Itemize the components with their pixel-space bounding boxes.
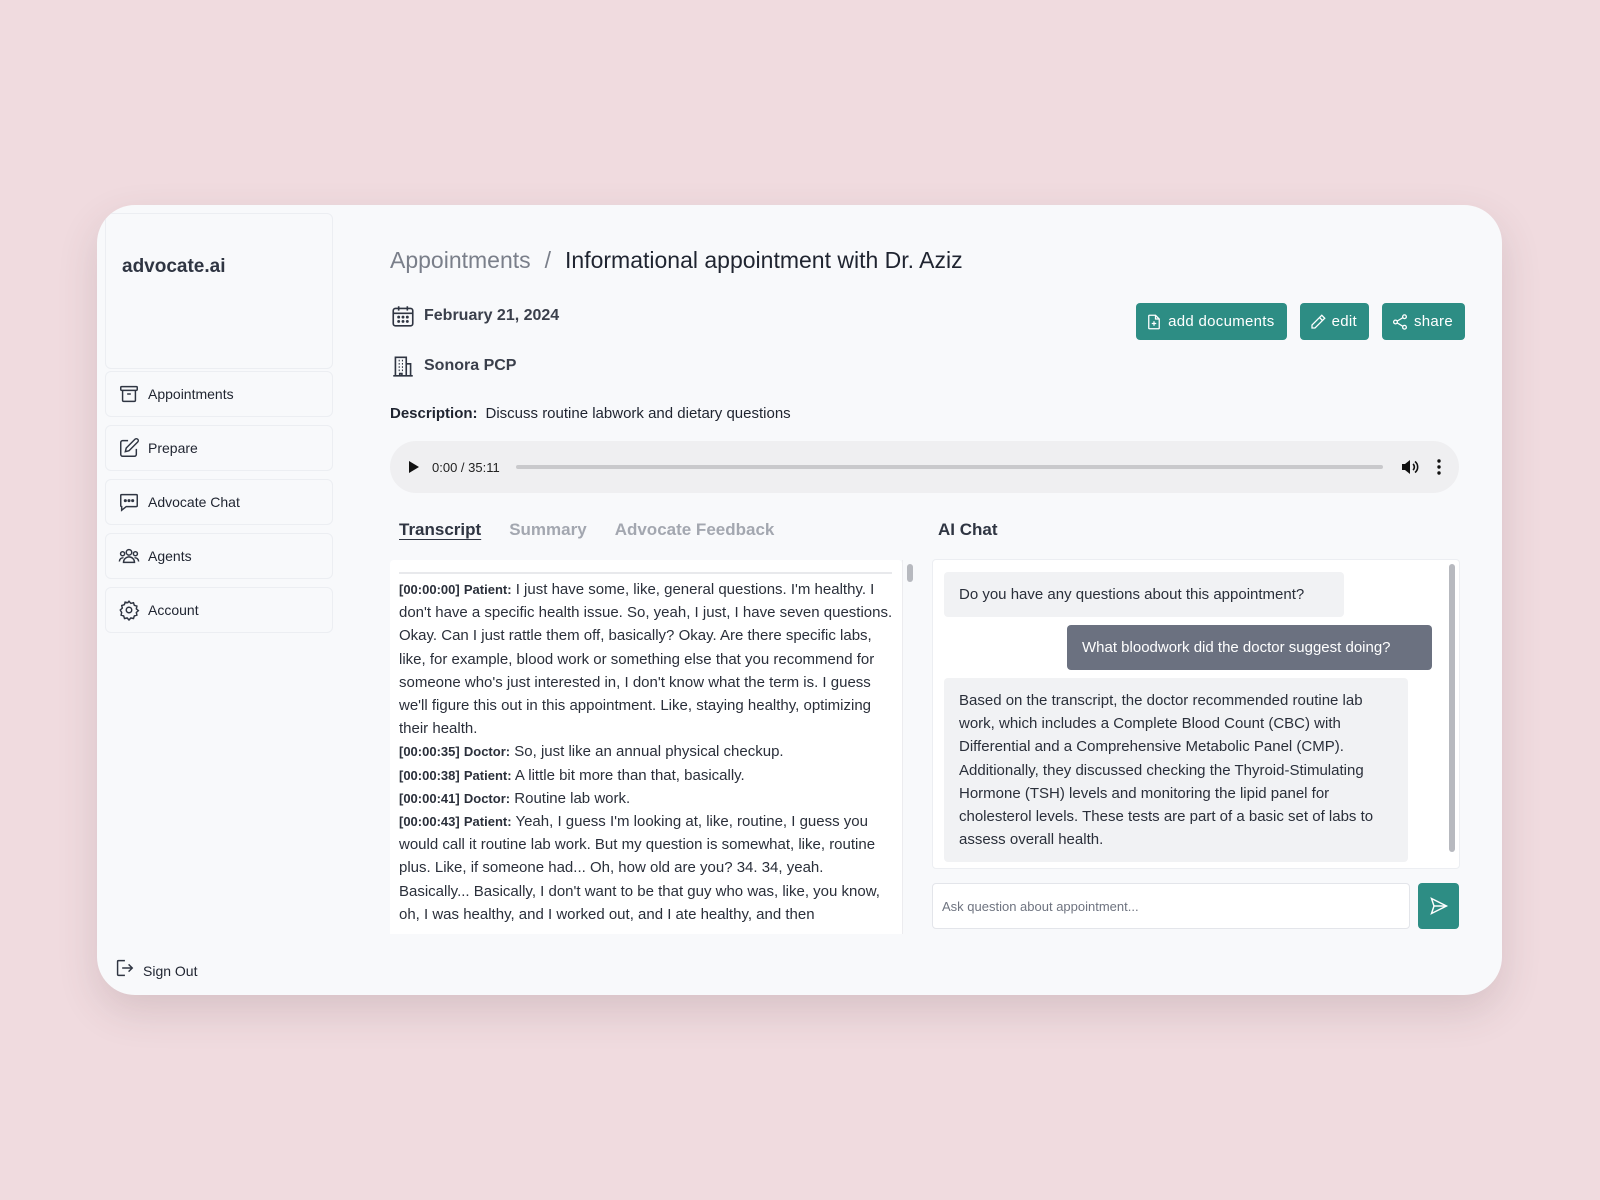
sidebar-item-label: Appointments: [148, 386, 234, 402]
breadcrumb: Appointments / Informational appointment…: [390, 247, 963, 274]
sign-out-button[interactable]: Sign Out: [113, 957, 197, 984]
users-icon: [118, 545, 140, 567]
transcript-entry: [00:00:35] Doctor: So, just like an annu…: [399, 740, 894, 763]
edit-button[interactable]: edit: [1299, 303, 1369, 340]
timestamp: [00:00:38]: [399, 767, 460, 783]
sidebar-item-appointments[interactable]: Appointments: [105, 371, 333, 417]
transcript-text: [00:00:00] Patient: I just have some, li…: [399, 578, 894, 926]
page-title: Informational appointment with Dr. Aziz: [565, 247, 963, 273]
building-icon: [390, 353, 416, 379]
appointment-actions: add documents edit share: [1136, 303, 1465, 340]
transcript-entry: [00:00:00] Patient: I just have some, li…: [399, 578, 894, 740]
sidebar-item-label: Advocate Chat: [148, 494, 240, 510]
audio-player: 0:00 / 35:11: [390, 441, 1459, 493]
volume-icon: [1402, 460, 1419, 474]
transcript-scrollbar[interactable]: [902, 560, 916, 934]
add-documents-button[interactable]: add documents: [1136, 303, 1287, 340]
utterance: A little bit more than that, basically.: [514, 766, 745, 784]
appointment-location: Sonora PCP: [390, 353, 516, 379]
transcript-entry: [00:00:38] Patient: A little bit more th…: [399, 764, 894, 787]
sidebar-item-agents[interactable]: Agents: [105, 533, 333, 579]
appointment-date: February 21, 2024: [390, 303, 559, 329]
speaker: Patient:: [463, 814, 512, 830]
appointment-description: Description: Discuss routine labwork and …: [390, 405, 791, 422]
description-text: Discuss routine labwork and dietary ques…: [485, 405, 791, 422]
sidebar-item-account[interactable]: Account: [105, 587, 333, 633]
breadcrumb-appointments-link[interactable]: Appointments: [390, 247, 531, 274]
chat-message-user: What bloodwork did the doctor suggest do…: [1067, 625, 1432, 671]
more-vertical-icon: [1437, 459, 1441, 475]
chat-bubble-icon: [118, 491, 140, 513]
description-label: Description:: [390, 405, 478, 422]
location-text: Sonora PCP: [424, 357, 517, 374]
pencil-square-icon: [118, 437, 140, 459]
timestamp: [00:00:43]: [399, 814, 460, 830]
share-label: share: [1413, 313, 1453, 330]
play-button[interactable]: [408, 460, 420, 474]
send-button[interactable]: [1418, 883, 1459, 929]
pencil-icon: [1310, 313, 1326, 329]
timestamp: [00:00:41]: [399, 790, 460, 806]
add-documents-label: add documents: [1168, 313, 1275, 330]
chat-scrollbar-thumb[interactable]: [1449, 564, 1455, 852]
tab-summary[interactable]: Summary: [509, 520, 586, 540]
gear-icon: [118, 599, 140, 621]
archive-icon: [118, 383, 140, 405]
share-icon: [1392, 313, 1407, 330]
timestamp: [00:00:35]: [399, 744, 460, 760]
sign-out-label: Sign Out: [143, 962, 198, 979]
audio-time: 0:00 / 35:11: [432, 459, 500, 475]
sidebar-item-label: Agents: [148, 548, 192, 564]
transcript-divider: [399, 572, 892, 574]
app-window: advocate.ai Appointments Prepare Advocat…: [97, 205, 1502, 995]
more-options-button[interactable]: [1437, 459, 1441, 475]
sidebar-item-prepare[interactable]: Prepare: [105, 425, 333, 471]
play-icon: [409, 461, 419, 473]
breadcrumb-separator: /: [544, 247, 552, 273]
timestamp: [00:00:00]: [399, 582, 460, 597]
chat-scrollbar[interactable]: [1445, 560, 1459, 868]
speaker: Doctor:: [463, 790, 511, 806]
brand-area: advocate.ai: [105, 213, 333, 369]
audio-progress-bar[interactable]: [516, 465, 1383, 469]
transcript-scrollbar-thumb[interactable]: [907, 564, 913, 582]
transcript-entry: [00:00:41] Doctor: Routine lab work.: [399, 787, 894, 810]
send-icon: [1429, 897, 1448, 915]
speaker: Doctor:: [463, 744, 511, 760]
main-content: Appointments / Informational appointment…: [390, 205, 1465, 995]
tab-transcript[interactable]: Transcript: [399, 520, 481, 540]
speaker: Patient:: [463, 767, 512, 783]
ai-chat-title: AI Chat: [938, 520, 998, 539]
tab-advocate-feedback[interactable]: Advocate Feedback: [615, 520, 775, 540]
document-plus-icon: [1148, 314, 1160, 329]
edit-label: edit: [1331, 313, 1357, 330]
sidebar-item-advocate-chat[interactable]: Advocate Chat: [105, 479, 333, 525]
chat-message-ai: Do you have any questions about this app…: [944, 572, 1344, 618]
brand-logo[interactable]: advocate.ai: [122, 256, 226, 278]
sidebar-nav: Appointments Prepare Advocate Chat Agent…: [105, 371, 333, 641]
volume-button[interactable]: [1401, 459, 1419, 475]
ai-chat-panel[interactable]: Do you have any questions about this app…: [932, 559, 1460, 869]
utterance: Routine lab work.: [514, 789, 631, 807]
speaker: Patient:: [463, 582, 512, 597]
sign-out-icon: [113, 957, 135, 984]
utterance: So, just like an annual physical checkup…: [514, 743, 784, 761]
transcript-entry: [00:00:43] Patient: Yeah, I guess I'm lo…: [399, 810, 894, 926]
date-text: February 21, 2024: [424, 307, 560, 324]
utterance: Yeah, I guess I'm looking at, like, rout…: [399, 813, 880, 923]
chat-input[interactable]: [932, 883, 1410, 929]
sidebar-item-label: Account: [148, 602, 199, 618]
transcript-panel[interactable]: [00:00:00] Patient: I just have some, li…: [390, 560, 902, 934]
sidebar-item-label: Prepare: [148, 440, 198, 456]
utterance: I just have some, like, general question…: [399, 581, 893, 738]
transcript-tabs: Transcript Summary Advocate Feedback: [399, 520, 774, 540]
calendar-icon: [390, 303, 416, 329]
share-button[interactable]: share: [1381, 303, 1465, 340]
chat-message-ai: Based on the transcript, the doctor reco…: [944, 678, 1408, 863]
